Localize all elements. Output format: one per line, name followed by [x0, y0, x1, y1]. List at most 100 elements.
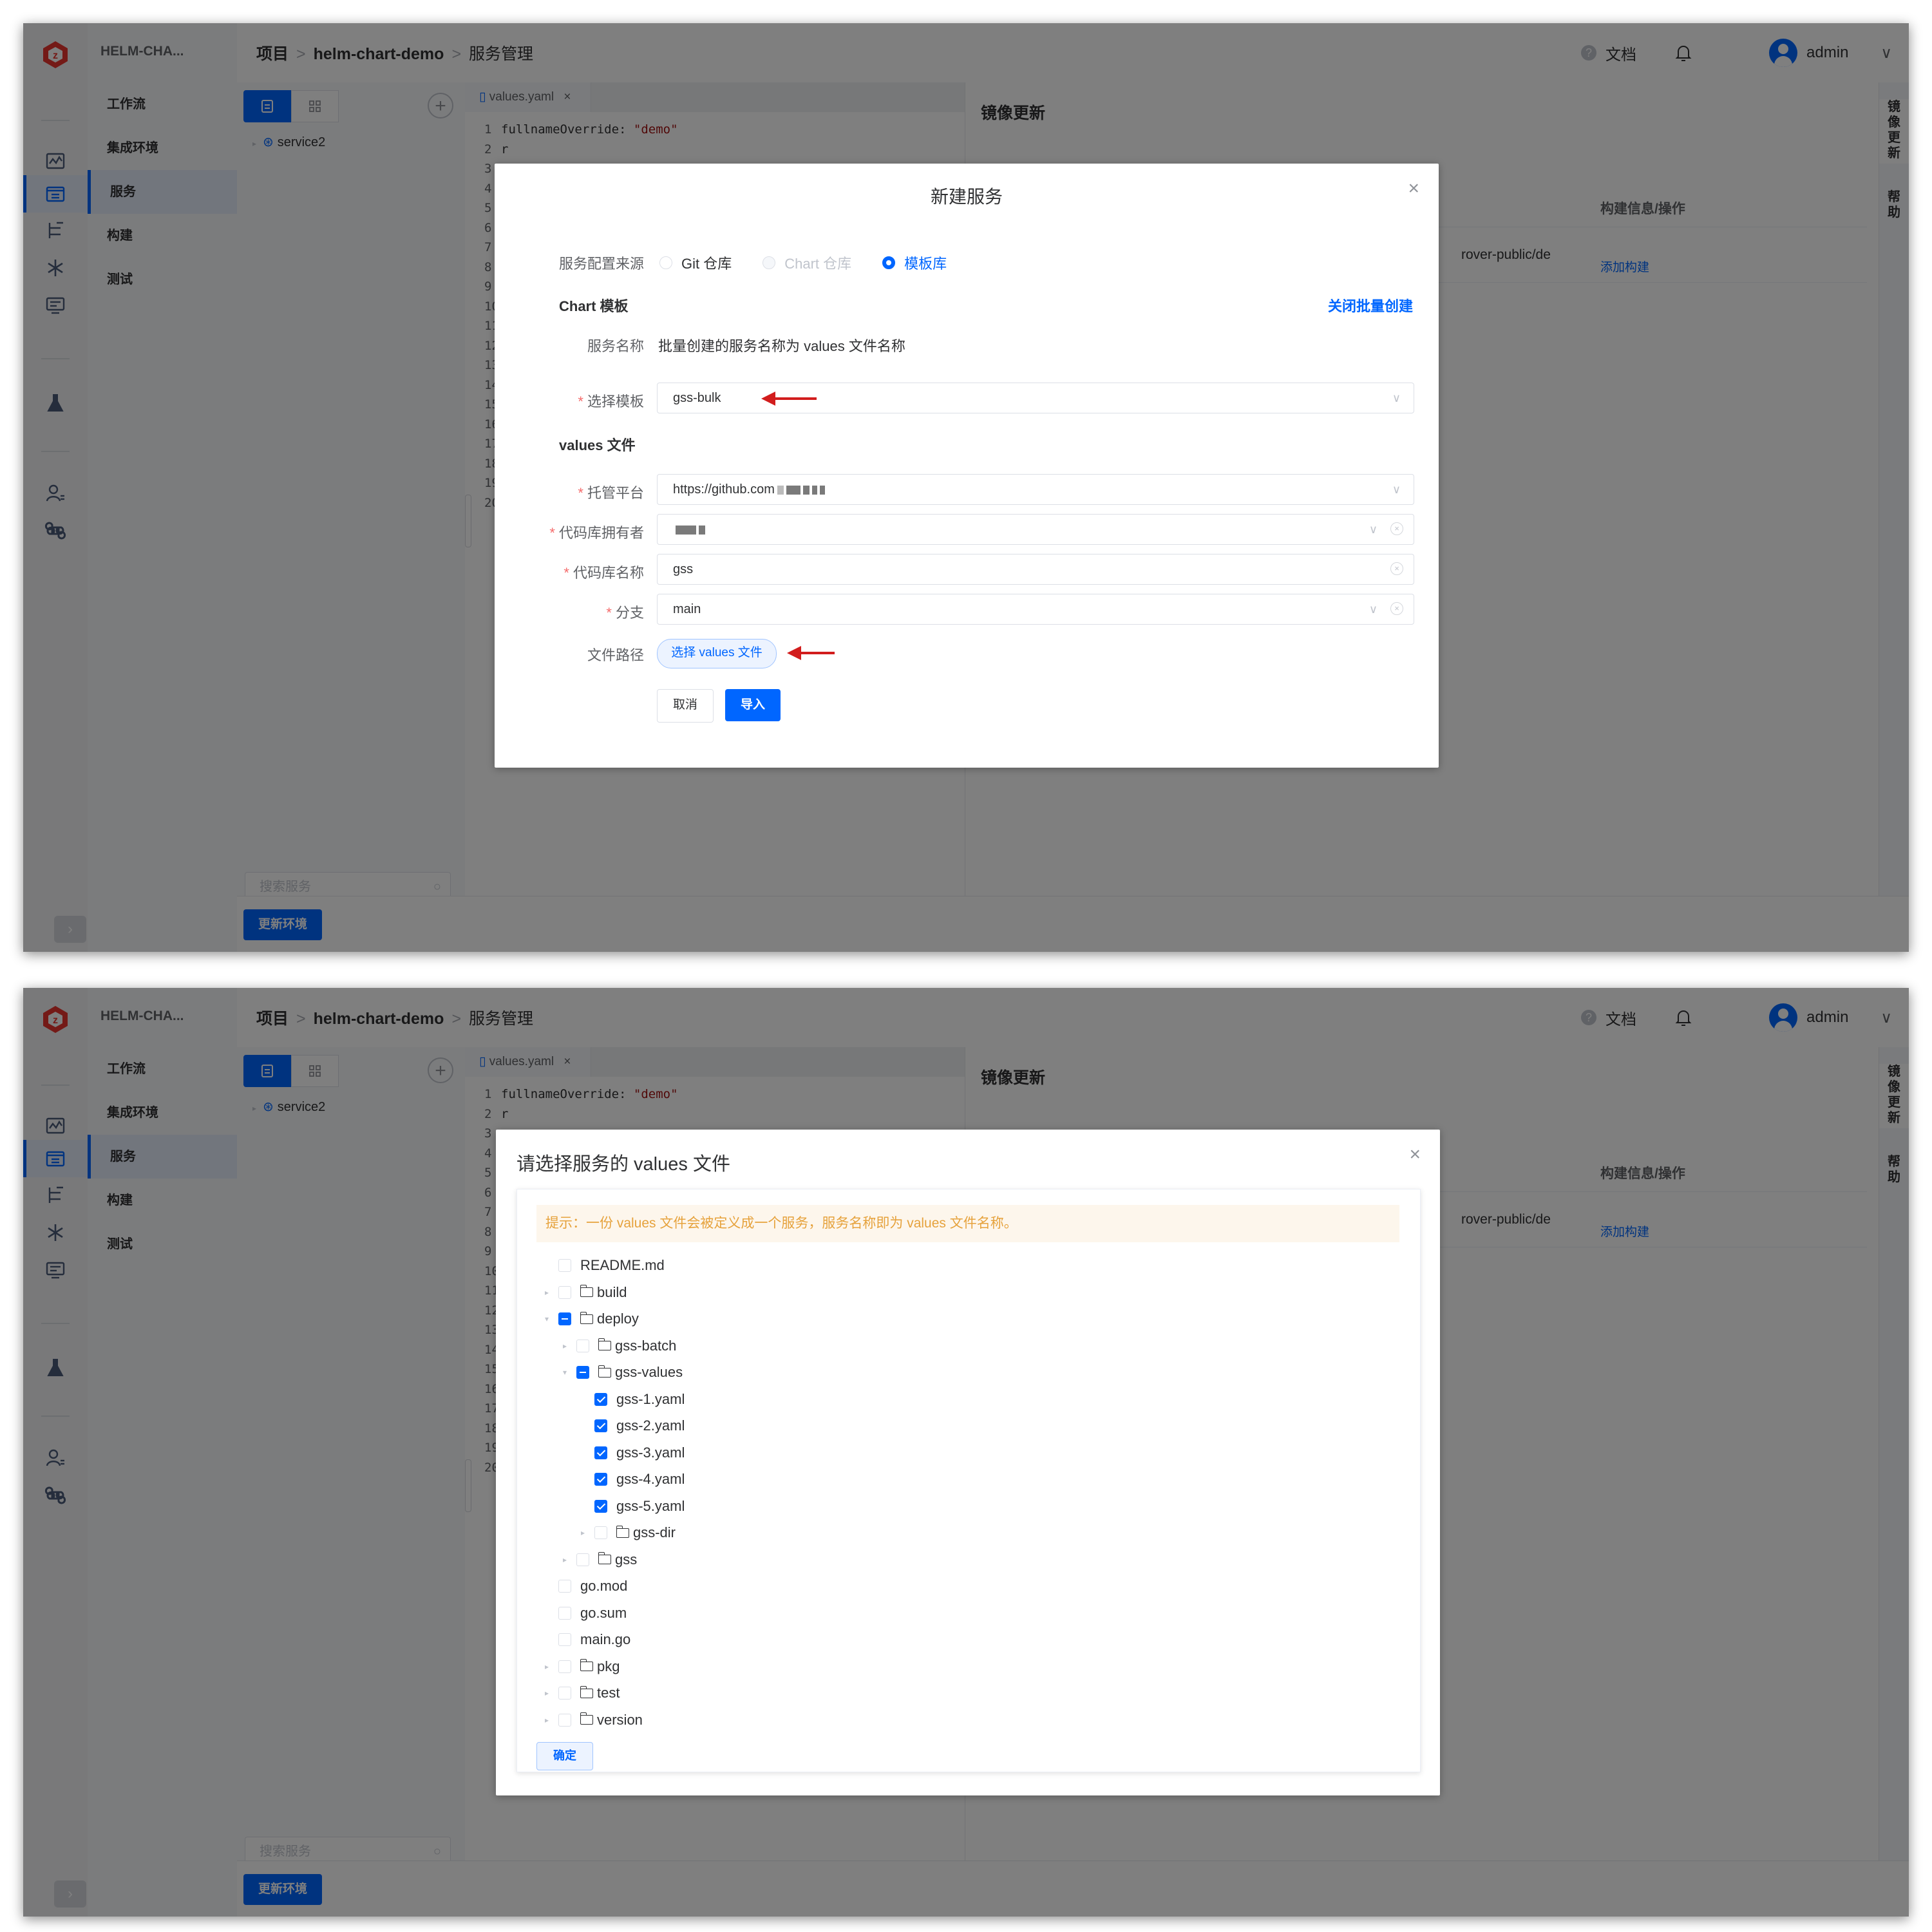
select-values-file-button[interactable]: 选择 values 文件 — [657, 639, 777, 668]
folder-icon — [580, 1285, 593, 1297]
required-mark: * — [578, 485, 583, 501]
tree-folder[interactable]: ▸ pkg — [540, 1654, 620, 1680]
cancel-button[interactable]: 取消 — [657, 689, 714, 723]
tree-node-label: go.sum — [580, 1604, 627, 1621]
tree-checkbox[interactable] — [576, 1339, 589, 1352]
close-batch-create-link[interactable]: 关闭批量创建 — [1328, 295, 1413, 316]
radio-dot — [882, 256, 896, 269]
tree-folder[interactable]: ▾ gss-values — [558, 1359, 683, 1385]
caret-right-icon[interactable]: ▸ — [576, 1528, 589, 1537]
select-value: gss-bulk — [673, 391, 721, 405]
caret-right-icon[interactable]: ▸ — [540, 1716, 553, 1725]
folder-icon — [580, 1685, 593, 1698]
clear-icon[interactable]: × — [1390, 602, 1403, 615]
platform-url: https://github.com — [673, 482, 775, 497]
redacted-text — [811, 485, 817, 495]
caret-down-icon[interactable]: ▾ — [540, 1314, 553, 1323]
select-value: main — [673, 602, 701, 616]
label-text: 托管平台 — [587, 485, 644, 501]
tree-node-label: pkg — [597, 1658, 620, 1674]
tree-file[interactable]: gss-5.yaml — [576, 1493, 685, 1519]
source-label: 服务配置来源 — [558, 256, 644, 272]
tree-folder[interactable]: ▸ build — [540, 1280, 627, 1305]
tree-checkbox[interactable] — [576, 1553, 589, 1566]
folder-icon — [598, 1365, 611, 1378]
tree-checkbox[interactable] — [558, 1259, 571, 1272]
import-button[interactable]: 导入 — [725, 689, 781, 721]
tree-checkbox[interactable] — [558, 1580, 571, 1593]
tree-checkbox[interactable] — [558, 1713, 571, 1727]
clear-icon[interactable]: × — [1390, 562, 1403, 575]
tree-folder[interactable]: ▾ deploy — [540, 1306, 639, 1332]
platform-select[interactable]: https://github.com ∨ — [657, 474, 1414, 505]
folder-icon — [580, 1659, 593, 1671]
tree-node-label: test — [597, 1685, 620, 1701]
tree-checkbox[interactable] — [576, 1366, 589, 1379]
tree-checkbox[interactable] — [594, 1473, 607, 1486]
tree-file[interactable]: gss-1.yaml — [576, 1387, 685, 1412]
confirm-button[interactable]: 确定 — [536, 1742, 593, 1770]
tip-alert: 提示：一份 values 文件会被定义成一个服务，服务名称即为 values 文… — [536, 1205, 1399, 1242]
tree-checkbox[interactable] — [594, 1499, 607, 1513]
tree-file[interactable]: go.mod — [540, 1573, 627, 1599]
tree-folder[interactable]: ▸ version — [540, 1707, 643, 1733]
tree-folder[interactable]: ▸ gss-dir — [576, 1520, 676, 1546]
redacted-text — [676, 525, 696, 535]
tree-node-label: README.md — [580, 1257, 665, 1273]
chevron-down-icon: ∨ — [1368, 603, 1378, 616]
path-label: 文件路径 — [587, 647, 644, 663]
redacted-text — [802, 485, 810, 495]
folder-icon — [598, 1338, 611, 1350]
tree-node-label: gss-5.yaml — [616, 1497, 685, 1514]
caret-right-icon[interactable]: ▸ — [540, 1689, 553, 1698]
radio-label: Chart 仓库 — [784, 256, 852, 272]
branch-label: * 分支 — [495, 601, 644, 622]
label-text: 代码库名称 — [573, 565, 644, 581]
radio-label: Git 仓库 — [681, 256, 732, 272]
tree-file[interactable]: gss-3.yaml — [576, 1440, 685, 1466]
tree-folder[interactable]: ▸ test — [540, 1680, 620, 1706]
tree-checkbox[interactable] — [558, 1633, 571, 1646]
tree-node-label: gss-2.yaml — [616, 1417, 685, 1434]
radio-chart-repo[interactable]: Chart 仓库 — [762, 252, 851, 273]
tree-checkbox[interactable] — [594, 1526, 607, 1539]
tree-file[interactable]: main.go — [540, 1627, 630, 1653]
caret-right-icon[interactable]: ▸ — [558, 1341, 571, 1350]
tree-file[interactable]: gss-2.yaml — [576, 1413, 685, 1439]
dialog-title: 请选择服务的 values 文件 — [516, 1154, 730, 1175]
tree-checkbox[interactable] — [558, 1606, 571, 1620]
file-tree-card: 提示：一份 values 文件会被定义成一个服务，服务名称即为 values 文… — [516, 1189, 1421, 1772]
caret-right-icon[interactable]: ▸ — [540, 1662, 553, 1671]
tree-checkbox[interactable] — [594, 1392, 607, 1406]
tree-checkbox[interactable] — [594, 1419, 607, 1432]
tree-folder[interactable]: ▸ gss — [558, 1547, 637, 1573]
label-text: 选择模板 — [587, 393, 644, 410]
tree-node-label: gss-batch — [615, 1337, 677, 1354]
tree-checkbox[interactable] — [558, 1687, 571, 1700]
tree-checkbox[interactable] — [594, 1446, 607, 1459]
repo-select[interactable]: gss × — [657, 554, 1414, 585]
radio-template-library[interactable]: 模板库 — [882, 252, 947, 273]
caret-right-icon[interactable]: ▸ — [540, 1288, 553, 1297]
close-icon[interactable]: × — [1408, 178, 1419, 200]
caret-down-icon[interactable]: ▾ — [558, 1368, 571, 1377]
tree-file[interactable]: gss-4.yaml — [576, 1466, 685, 1492]
tree-checkbox[interactable] — [558, 1312, 571, 1325]
tree-checkbox[interactable] — [558, 1660, 571, 1673]
close-icon[interactable]: × — [1409, 1144, 1421, 1166]
redacted-text — [699, 525, 705, 535]
radio-git-repo[interactable]: Git 仓库 — [659, 252, 732, 273]
select-value: https://github.com — [673, 475, 825, 504]
tree-file[interactable]: go.sum — [540, 1600, 627, 1626]
owner-select[interactable]: ∨ × — [657, 514, 1414, 545]
tree-checkbox[interactable] — [558, 1285, 571, 1299]
branch-select[interactable]: main ∨ × — [657, 594, 1414, 625]
tree-node-label: gss-1.yaml — [616, 1390, 685, 1407]
tree-file[interactable]: README.md — [540, 1253, 665, 1278]
clear-icon[interactable]: × — [1390, 522, 1403, 535]
radio-label: 模板库 — [904, 256, 947, 272]
required-mark: * — [549, 525, 555, 541]
tree-folder[interactable]: ▸ gss-batch — [558, 1333, 676, 1359]
caret-right-icon[interactable]: ▸ — [558, 1555, 571, 1564]
values-file-section: values 文件 — [559, 437, 636, 453]
